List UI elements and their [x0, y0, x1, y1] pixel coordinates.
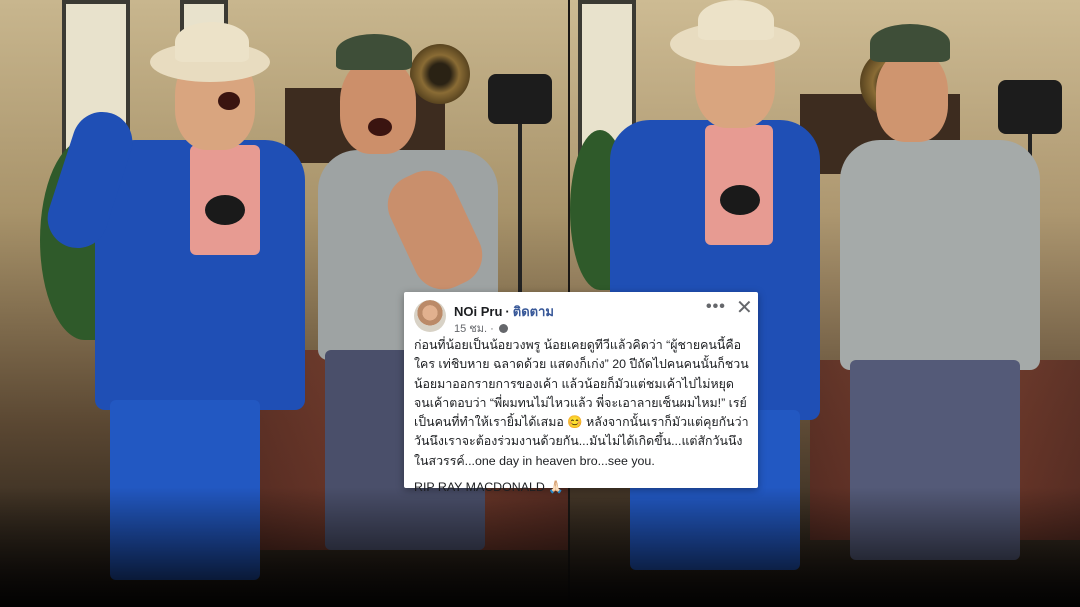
- gramophone-horn: [410, 44, 470, 104]
- post-time[interactable]: 15 ชม. ·: [454, 323, 494, 335]
- lamp-stand: [518, 124, 522, 304]
- grey-tshirt: [840, 140, 1040, 370]
- eye-print: [205, 195, 245, 225]
- author-name[interactable]: NOi Pru: [454, 304, 502, 319]
- facebook-post-card: NOi Pru · ติดตาม 15 ชม. · ••• ✕ ก่อนที่น้อ…: [404, 292, 758, 494]
- mouth: [218, 92, 240, 110]
- cap: [336, 34, 412, 70]
- separator-dot: ·: [505, 304, 510, 319]
- panama-hat: [175, 22, 249, 62]
- mouth: [368, 118, 392, 136]
- avatar[interactable]: [414, 300, 446, 332]
- more-options-icon[interactable]: •••: [706, 298, 726, 316]
- follow-link[interactable]: ติดตาม: [513, 304, 554, 319]
- head: [340, 58, 416, 154]
- post-text: ก่อนที่น้อยเป็นน้อยวงพรู น้อยเคยดูทีวีแล…: [414, 338, 749, 468]
- eye-print: [720, 185, 760, 215]
- post-meta: 15 ชม. ·: [454, 319, 508, 337]
- cap: [870, 24, 950, 62]
- close-icon[interactable]: ✕: [736, 295, 753, 320]
- panama-hat: [698, 0, 774, 40]
- post-header: NOi Pru · ติดตาม 15 ชม. · ••• ✕: [414, 295, 753, 337]
- bottom-shadow: [0, 487, 1080, 607]
- head: [876, 50, 948, 142]
- lamp: [488, 74, 552, 124]
- lamp: [998, 80, 1062, 134]
- post-signoff: RIP RAY MACDONALD 🙏🏻: [414, 480, 564, 495]
- post-body: ก่อนที่น้อยเป็นน้อยวงพรู น้อยเคยดูทีวีแล…: [414, 336, 752, 497]
- globe-icon: [498, 324, 508, 333]
